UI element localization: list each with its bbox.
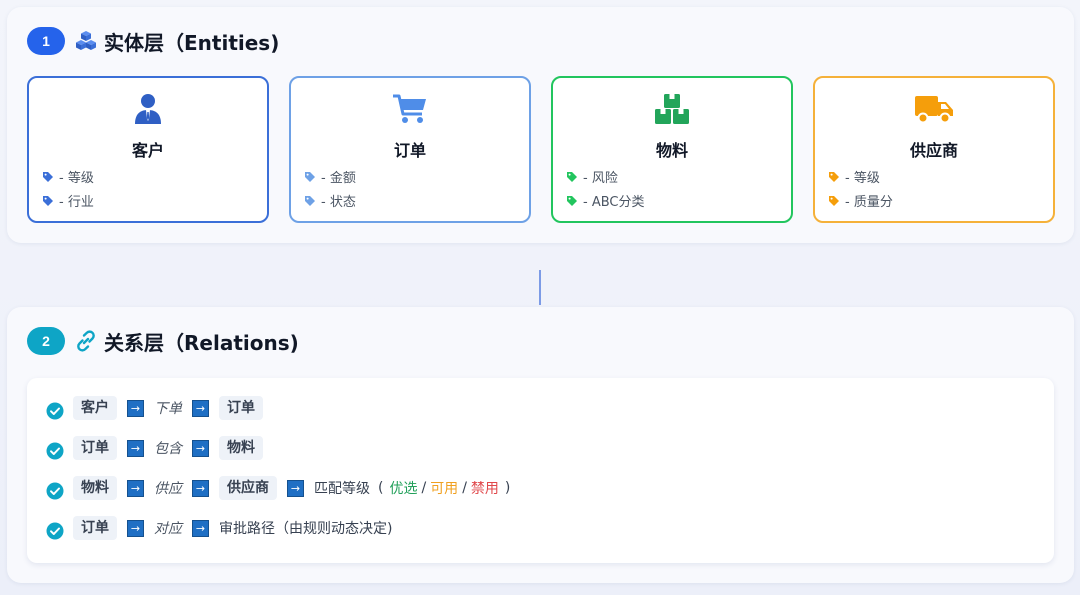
tag-icon — [43, 171, 53, 182]
separator: / — [421, 480, 427, 496]
entity-attribute-label: - 金额 — [321, 171, 356, 186]
entity-attribute-label: - 行业 — [59, 195, 94, 210]
open-paren: ( — [378, 480, 384, 496]
entity-card-title: 客户 — [131, 141, 164, 160]
user-icon — [29, 92, 267, 126]
entity-card-material[interactable]: 物料 - 风险 - ABC分类 — [551, 76, 793, 223]
entity-attribute-label: - 质量分 — [845, 195, 893, 210]
entity-attribute: - 风险 — [567, 167, 618, 186]
entity-card-title: 物料 — [655, 141, 688, 160]
tag-icon — [829, 195, 839, 206]
relation-target-entity: 订单 — [219, 396, 263, 420]
check-circle-icon — [46, 522, 64, 540]
arrow-right-icon: → — [127, 439, 144, 457]
link-icon — [74, 329, 98, 353]
cart-icon — [291, 92, 529, 126]
relation-source-entity: 订单 — [73, 516, 117, 540]
relation-verb: 下单 — [154, 401, 182, 417]
relation-row: 订单 → 包含 → 物料 — [46, 435, 263, 461]
entity-attribute: - 行业 — [43, 191, 94, 210]
entity-card-customer[interactable]: 客户 - 等级 - 行业 — [27, 76, 269, 223]
relations-list: 客户 → 下单 → 订单 订单 → 包含 → 物料 物料 → 供应 → 供应商 … — [27, 378, 1054, 563]
entity-attribute: - 等级 — [829, 167, 880, 186]
tag-icon — [567, 195, 577, 206]
entity-attribute-label: - 风险 — [583, 171, 618, 186]
relation-verb: 对应 — [154, 521, 182, 537]
relations-layer-panel: 2 关系层（Relations) 客户 → 下单 → 订单 订单 → 包含 → — [7, 307, 1074, 583]
arrow-right-icon: → — [192, 479, 209, 497]
entity-card-supplier[interactable]: 供应商 - 等级 - 质量分 — [813, 76, 1055, 223]
relation-target-entity: 物料 — [219, 436, 263, 460]
arrow-right-icon: → — [127, 399, 144, 417]
tag-icon — [829, 171, 839, 182]
check-circle-icon — [46, 402, 64, 420]
entity-attribute: - 质量分 — [829, 191, 893, 210]
level-available: 可用 — [430, 481, 459, 497]
boxes-icon — [553, 92, 791, 126]
relations-layer-header: 2 关系层（Relations) — [27, 326, 299, 356]
relation-source-entity: 订单 — [73, 436, 117, 460]
separator: / — [462, 480, 467, 496]
layer-number-badge: 2 — [27, 327, 65, 355]
arrow-right-icon: → — [127, 479, 144, 497]
entities-layer-title: 实体层（Entities) — [104, 30, 280, 55]
level-preferred: 优选 — [389, 481, 418, 497]
entity-cards: 客户 - 等级 - 行业 订单 - 金额 - 状态 物料 - 风险 - ABC分… — [27, 76, 1055, 223]
entity-attribute-label: - ABC分类 — [583, 195, 645, 210]
entity-attribute: - 金额 — [305, 167, 356, 186]
relation-source-entity: 物料 — [73, 476, 117, 500]
tag-icon — [305, 195, 315, 206]
entity-card-title: 订单 — [393, 141, 426, 160]
relation-source-entity: 客户 — [73, 396, 117, 420]
arrow-right-icon: → — [192, 519, 209, 537]
entities-layer-panel: 1 实体层（Entities) 客户 - 等级 - 行业 订单 - 金额 - 状… — [7, 7, 1074, 243]
relation-verb: 供应 — [154, 481, 182, 497]
arrow-right-icon: → — [192, 439, 209, 457]
entity-card-title: 供应商 — [909, 141, 958, 160]
level-forbidden: 禁用 — [470, 481, 499, 497]
truck-icon — [815, 92, 1053, 126]
relations-layer-title: 关系层（Relations) — [104, 330, 299, 355]
arrow-right-icon: → — [192, 399, 209, 417]
relation-target-entity: 供应商 — [219, 476, 277, 500]
entity-attribute: - 状态 — [305, 191, 356, 210]
arrow-right-icon: → — [287, 479, 304, 497]
entity-attribute-label: - 状态 — [321, 195, 356, 210]
tag-icon — [305, 171, 315, 182]
relation-row: 订单 → 对应 → 审批路径（由规则动态决定) — [46, 515, 392, 541]
relation-row: 物料 → 供应 → 供应商 → 匹配等级 ( 优选 / 可用 / 禁用 ) — [46, 475, 510, 501]
entity-attribute: - ABC分类 — [567, 191, 644, 210]
check-circle-icon — [46, 482, 64, 500]
entity-card-order[interactable]: 订单 - 金额 - 状态 — [289, 76, 531, 223]
relation-verb: 包含 — [154, 441, 182, 457]
close-paren: ) — [504, 480, 511, 496]
arrow-right-icon: → — [127, 519, 144, 537]
entity-attribute-label: - 等级 — [59, 171, 94, 186]
tag-icon — [43, 195, 53, 206]
entity-attribute: - 等级 — [43, 167, 94, 186]
cubes-icon — [74, 29, 98, 53]
layer-number-badge: 1 — [27, 27, 65, 55]
relation-target-text: 审批路径（由规则动态决定) — [219, 521, 393, 537]
tag-icon — [567, 171, 577, 182]
check-circle-icon — [46, 442, 64, 460]
entities-layer-header: 1 实体层（Entities) — [27, 26, 279, 56]
entity-attribute-label: - 等级 — [845, 171, 880, 186]
relation-row: 客户 → 下单 → 订单 — [46, 395, 263, 421]
relation-result: 匹配等级 — [314, 481, 370, 497]
layer-connector-line — [539, 270, 541, 305]
